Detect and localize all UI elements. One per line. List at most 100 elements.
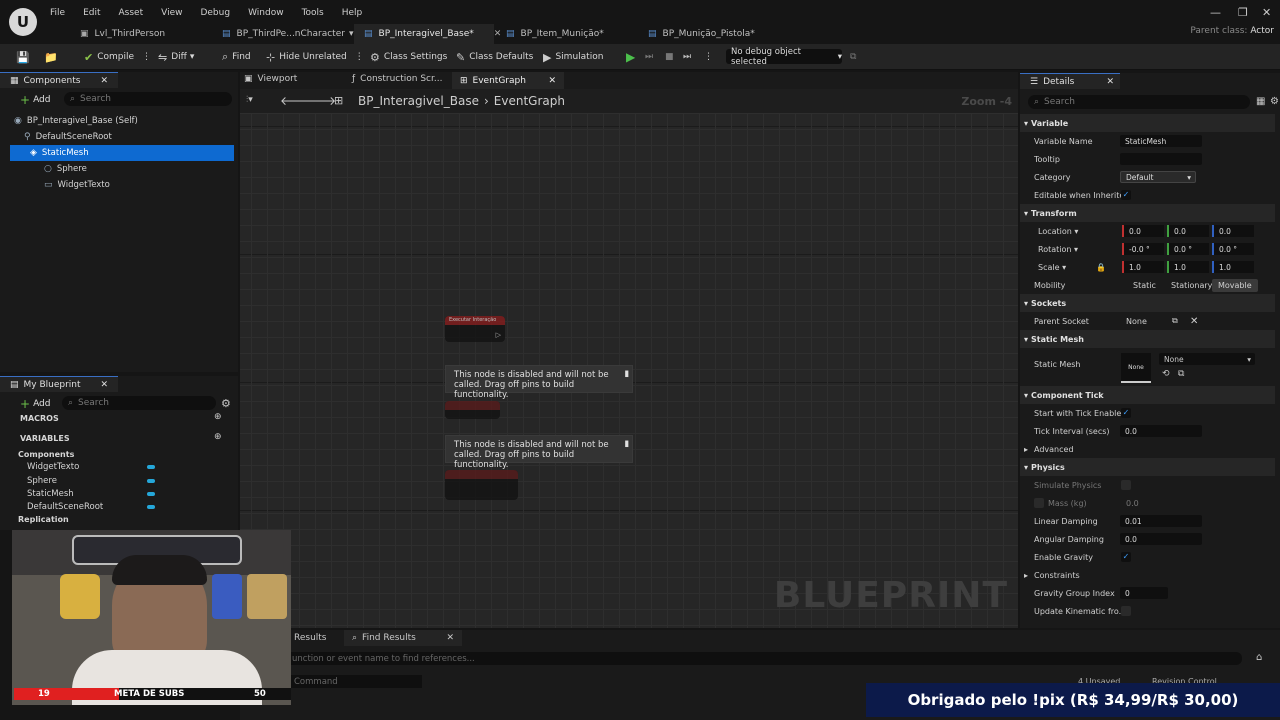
section-static-mesh[interactable]: ▾ Static Mesh <box>1020 330 1275 348</box>
location-z-input[interactable]: 0.0 <box>1212 225 1254 237</box>
scale-mode-dropdown[interactable]: Scale ▾ <box>1038 263 1066 272</box>
rotation-z-input[interactable]: 0.0 ° <box>1212 243 1254 255</box>
my-blueprint-tab[interactable]: ▤ My Blueprint ✕ <box>0 376 118 392</box>
debug-browse-icon[interactable]: ⧉ <box>850 49 856 65</box>
mass-override-checkbox[interactable] <box>1034 498 1044 508</box>
browse-asset-icon[interactable]: ⧉ <box>1178 369 1184 379</box>
browse-socket-icon[interactable]: ⧉ <box>1172 316 1178 326</box>
section-sockets[interactable]: ▾ Sockets <box>1020 294 1275 312</box>
menu-view[interactable]: View <box>161 8 182 18</box>
section-transform[interactable]: ▾ Transform <box>1020 204 1275 222</box>
macros-section[interactable]: MACROS <box>20 414 59 423</box>
maximize-icon[interactable]: ❐ <box>1238 6 1248 19</box>
components-tab[interactable]: ▦ Components ✕ <box>0 72 118 88</box>
minimize-icon[interactable]: — <box>1210 6 1221 19</box>
simulation-button[interactable]: ▶ Simulation <box>543 49 603 65</box>
variable-name-input[interactable]: StaticMesh <box>1120 135 1202 147</box>
rotation-mode-dropdown[interactable]: Rotation ▾ <box>1038 245 1078 254</box>
disabled-node[interactable] <box>445 401 500 419</box>
row-advanced[interactable]: ▸ Advanced <box>1020 440 1275 458</box>
close-icon[interactable]: ✕ <box>548 76 556 86</box>
update-kinematic-checkbox[interactable] <box>1121 606 1131 616</box>
compile-button[interactable]: ✔ Compile ⋮ <box>84 49 151 65</box>
settings-gear-icon[interactable]: ⚙ <box>221 397 231 410</box>
clear-icon[interactable]: ✕ <box>1190 316 1198 327</box>
details-tab[interactable]: ☰ Details ✕ <box>1020 73 1120 89</box>
event-node[interactable]: Executar Interação ▷ <box>445 316 505 342</box>
close-icon[interactable]: ✕ <box>446 633 454 643</box>
linear-damping-input[interactable]: 0.01 <box>1120 515 1202 527</box>
class-defaults-button[interactable]: ✎ Class Defaults <box>456 49 533 65</box>
close-icon[interactable]: ✕ <box>100 76 108 86</box>
section-physics[interactable]: ▾ Physics <box>1020 458 1275 476</box>
enable-gravity-checkbox[interactable]: ✓ <box>1121 552 1131 562</box>
menu-file[interactable]: File <box>50 8 65 18</box>
variable-defaultsceneroot[interactable]: DefaultSceneRoot <box>27 502 103 512</box>
tree-item-self[interactable]: ◉ BP_Interagivel_Base (Self) <box>10 113 234 129</box>
location-y-input[interactable]: 0.0 <box>1167 225 1209 237</box>
components-group[interactable]: Components <box>18 450 74 459</box>
more-icon[interactable]: ⋮ <box>704 49 713 65</box>
variables-section[interactable]: VARIABLES <box>20 434 70 443</box>
menu-window[interactable]: Window <box>248 8 284 18</box>
hide-unrelated-button[interactable]: ⊹ Hide Unrelated ⋮ <box>266 49 364 65</box>
lock-icon[interactable]: 🔒 <box>1096 263 1106 272</box>
browse-icon[interactable]: 📁 <box>44 49 62 65</box>
rotation-y-input[interactable]: 0.0 ° <box>1167 243 1209 255</box>
find-in-all-icon[interactable]: ⌂ <box>1256 652 1262 663</box>
static-mesh-dropdown[interactable]: None ▾ <box>1159 353 1255 365</box>
forward-arrow-icon[interactable]: 🡒 <box>304 93 336 108</box>
replication-section[interactable]: Replication <box>18 515 69 524</box>
find-button[interactable]: ⌕ Find <box>222 49 251 65</box>
tab-level[interactable]: ▣ Lvl_ThirdPerson <box>70 24 210 44</box>
category-dropdown[interactable]: Default ▾ <box>1120 171 1196 183</box>
rotation-x-input[interactable]: -0.0 ° <box>1122 243 1164 255</box>
mobility-static-option[interactable]: Static <box>1133 281 1156 290</box>
close-window-icon[interactable]: ✕ <box>1262 6 1271 19</box>
eject-icon[interactable]: ⏭ <box>683 49 691 65</box>
tab-item-municao[interactable]: ▤ BP_Item_Munição* <box>496 24 636 44</box>
scale-z-input[interactable]: 1.0 <box>1212 261 1254 273</box>
diff-button[interactable]: ⇋ Diff ▾ <box>158 49 194 65</box>
tab-viewport[interactable]: ▣ Viewport <box>244 74 297 84</box>
settings-gear-icon[interactable]: ⚙ <box>1270 96 1279 107</box>
tab-find-results[interactable]: ⌕ Find Results ✕ <box>344 630 462 646</box>
tree-item-widgettexto[interactable]: ▭ WidgetTexto <box>10 177 234 193</box>
stop-icon[interactable]: ■ <box>665 49 674 65</box>
location-x-input[interactable]: 0.0 <box>1122 225 1164 237</box>
my-blueprint-search-input[interactable]: ⌕ Search <box>62 396 216 410</box>
table-view-icon[interactable]: ▦ <box>1256 96 1265 107</box>
unreal-logo-icon[interactable]: U <box>9 8 37 36</box>
menu-debug[interactable]: Debug <box>200 8 230 18</box>
section-variable[interactable]: ▾ Variable <box>1020 114 1275 132</box>
menu-help[interactable]: Help <box>342 8 363 18</box>
add-member-button[interactable]: + Add <box>20 397 51 411</box>
variable-sphere[interactable]: Sphere <box>27 476 57 486</box>
row-constraints[interactable]: ▸ Constraints <box>1020 566 1275 584</box>
start-with-tick-checkbox[interactable]: ✓ <box>1121 408 1131 418</box>
editable-checkbox[interactable]: ✓ <box>1121 190 1131 200</box>
add-macro-icon[interactable]: ⊕ <box>214 412 222 422</box>
mobility-stationary-option[interactable]: Stationary <box>1171 281 1212 290</box>
tab-compiler-results[interactable]: Results <box>294 633 327 643</box>
tab-municao-pistola[interactable]: ▤ BP_Munição_Pistola* <box>638 24 778 44</box>
menu-tools[interactable]: Tools <box>302 8 324 18</box>
use-selected-icon[interactable]: ⟲ <box>1162 369 1170 379</box>
variable-staticmesh[interactable]: StaticMesh <box>27 489 74 499</box>
more-icon[interactable]: ⋮ <box>355 52 364 62</box>
parent-class-value[interactable]: Actor <box>1250 26 1274 36</box>
close-icon[interactable]: ✕ <box>1106 77 1114 87</box>
find-results-input[interactable]: unction or event name to find references… <box>286 652 1242 665</box>
breadcrumb-blueprint[interactable]: BP_Interagivel_Base <box>358 94 479 108</box>
list-icon[interactable]: ⫶▾ <box>246 95 253 105</box>
event-graph-canvas[interactable]: Executar Interação ▷ This node is disabl… <box>240 113 1018 628</box>
disabled-node[interactable] <box>445 470 518 500</box>
tab-interagivel-base[interactable]: ▤ BP_Interagivel_Base* ✕ <box>354 24 501 44</box>
scale-y-input[interactable]: 1.0 <box>1167 261 1209 273</box>
add-component-button[interactable]: + Add <box>20 93 51 107</box>
menu-edit[interactable]: Edit <box>83 8 100 18</box>
exec-pin-icon[interactable]: ▷ <box>496 331 501 339</box>
console-command-input[interactable]: Command <box>288 675 422 688</box>
tree-item-sphere[interactable]: ○ Sphere <box>10 161 234 177</box>
class-settings-button[interactable]: ⚙ Class Settings <box>370 49 447 65</box>
